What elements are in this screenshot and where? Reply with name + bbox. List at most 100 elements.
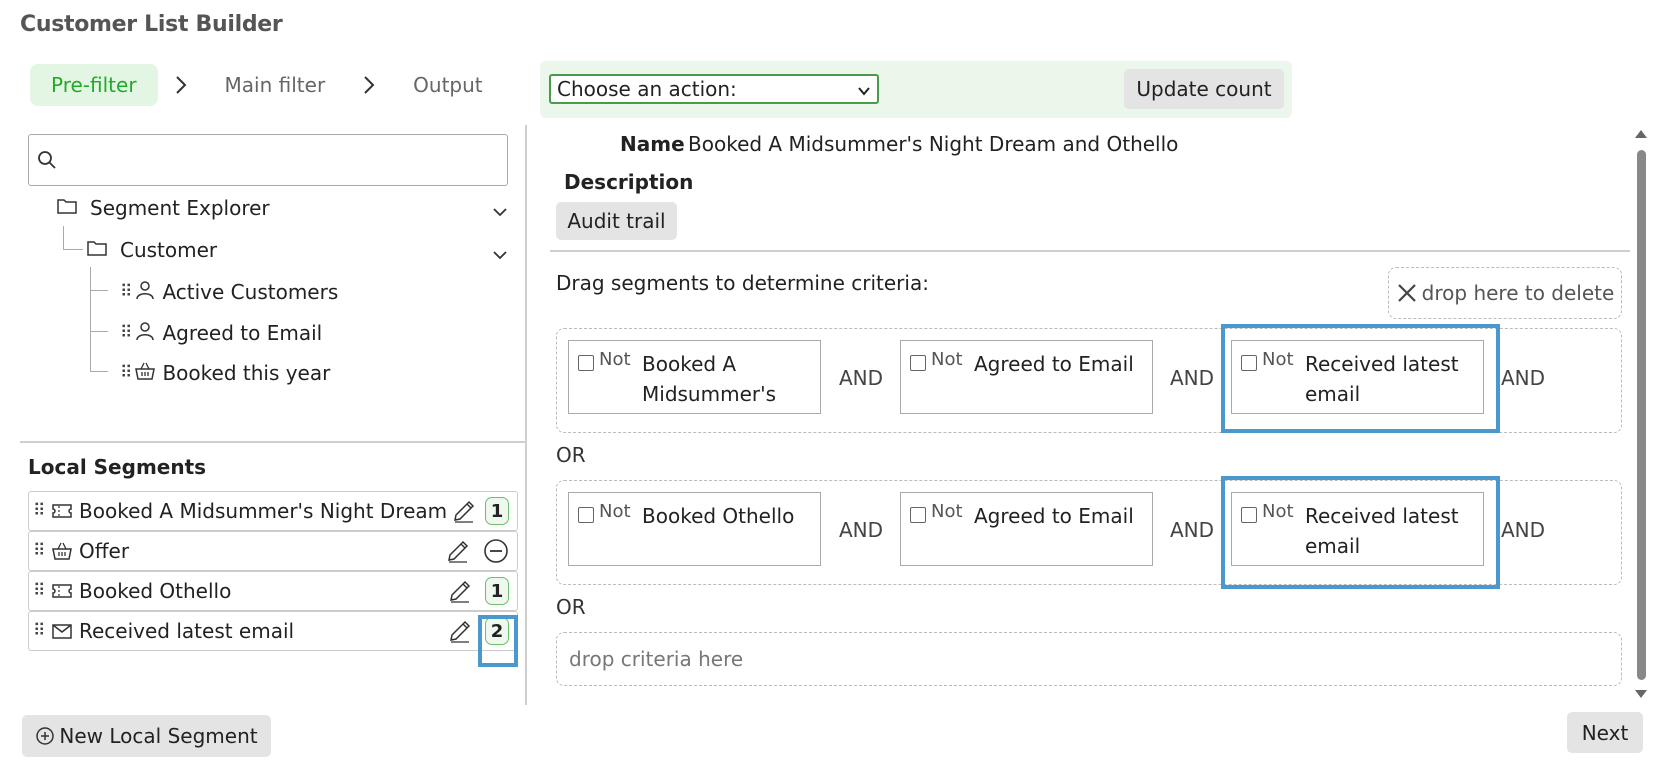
next-button[interactable]: Next xyxy=(1567,712,1643,753)
criteria-box[interactable]: Not Agreed to Email xyxy=(900,492,1153,566)
envelope-icon xyxy=(52,624,72,639)
criteria-box[interactable]: Not Agreed to Email xyxy=(900,340,1153,414)
criteria-label: Agreed to Email xyxy=(974,352,1134,376)
scroll-up-arrow-icon[interactable] xyxy=(1635,130,1647,138)
highlight-box xyxy=(1221,476,1500,589)
highlight-box xyxy=(1221,324,1500,433)
name-label: Name xyxy=(620,132,685,156)
drag-handle-icon[interactable]: ⠿ xyxy=(120,363,133,383)
update-count-button[interactable]: Update count xyxy=(1124,69,1284,109)
and-label: AND xyxy=(1170,518,1215,542)
or-label: OR xyxy=(556,595,586,619)
and-label: AND xyxy=(1501,518,1546,542)
pencil-icon[interactable] xyxy=(451,498,477,524)
criteria-box[interactable]: Not Booked A Midsummer's xyxy=(568,340,821,414)
tree-item[interactable]: ⠿ Agreed to Email xyxy=(120,318,322,348)
tree-segment-explorer[interactable]: Segment Explorer xyxy=(56,193,270,223)
drag-handle-icon[interactable]: ⠿ xyxy=(120,282,133,302)
ticket-icon xyxy=(52,584,72,598)
panel-divider xyxy=(525,125,527,705)
scrollbar[interactable] xyxy=(1635,130,1647,700)
step-output[interactable]: Output xyxy=(392,64,503,106)
not-label: Not xyxy=(931,349,963,370)
step-pre-filter[interactable]: Pre-filter xyxy=(30,64,158,106)
not-checkbox[interactable] xyxy=(578,507,594,523)
chevron-down-icon xyxy=(857,77,871,101)
criteria-label: Booked A Midsummer's xyxy=(642,352,777,406)
step-main-filter[interactable]: Main filter xyxy=(204,64,347,106)
basket-icon xyxy=(52,542,72,560)
folder-icon xyxy=(56,196,78,221)
pencil-icon[interactable] xyxy=(447,618,473,644)
not-label: Not xyxy=(599,349,631,370)
divider xyxy=(20,441,526,443)
delete-zone-label: drop here to delete xyxy=(1421,281,1615,305)
person-icon xyxy=(134,321,156,346)
action-select-value: Choose an action: xyxy=(557,77,737,101)
close-icon xyxy=(1397,284,1416,302)
drag-hint: Drag segments to determine criteria: xyxy=(556,271,929,295)
scroll-down-arrow-icon[interactable] xyxy=(1635,690,1647,698)
local-segments-title: Local Segments xyxy=(28,455,207,479)
divider xyxy=(550,250,1630,252)
pencil-icon[interactable] xyxy=(445,538,471,564)
not-label: Not xyxy=(931,501,963,522)
not-label: Not xyxy=(599,501,631,522)
tree-customer-label: Customer xyxy=(120,238,218,262)
drop-criteria-zone[interactable]: drop criteria here xyxy=(556,632,1622,686)
scroll-thumb[interactable] xyxy=(1637,150,1646,680)
criteria-box[interactable]: Not Booked Othello xyxy=(568,492,821,566)
tree-item-label: Booked this year xyxy=(162,361,331,385)
chevron-right-icon xyxy=(174,75,188,95)
tree-customer[interactable]: Customer xyxy=(86,235,217,265)
and-label: AND xyxy=(839,366,884,390)
basket-icon xyxy=(134,361,156,386)
local-segment-item[interactable]: ⠿ Received latest email 2 xyxy=(28,611,518,651)
delete-drop-zone[interactable]: drop here to delete xyxy=(1388,267,1622,319)
name-value: Booked A Midsummer's Night Dream and Oth… xyxy=(688,132,1179,156)
not-checkbox[interactable] xyxy=(910,355,926,371)
criteria-label: Agreed to Email xyxy=(974,504,1134,528)
left-panel: Segment Explorer Customer ⠿ Active Custo… xyxy=(20,125,526,705)
drag-handle-icon[interactable]: ⠿ xyxy=(33,541,47,561)
chevron-down-icon[interactable] xyxy=(492,250,508,260)
criteria-label: Booked Othello xyxy=(642,504,795,528)
drag-handle-icon[interactable]: ⠿ xyxy=(33,501,47,521)
action-select[interactable]: Choose an action: xyxy=(549,74,879,104)
ticket-icon xyxy=(52,504,72,518)
add-circle-icon xyxy=(36,727,55,745)
new-local-segment-button[interactable]: New Local Segment xyxy=(22,715,271,757)
search-input[interactable] xyxy=(28,134,508,186)
chevron-down-icon[interactable] xyxy=(492,207,508,217)
audit-trail-button[interactable]: Audit trail xyxy=(556,202,677,240)
local-segment-item[interactable]: ⠿ Booked A Midsummer's Night Dream 1 xyxy=(28,491,518,531)
usage-count-badge[interactable]: 1 xyxy=(485,497,509,525)
tree-item[interactable]: ⠿ Booked this year xyxy=(120,358,330,388)
local-segment-label: Offer xyxy=(79,539,130,563)
remove-circle-icon[interactable] xyxy=(483,538,509,564)
description-label: Description xyxy=(564,170,694,194)
tree-item[interactable]: ⠿ Active Customers xyxy=(120,277,338,307)
app-title: Customer List Builder xyxy=(20,12,283,37)
pencil-icon[interactable] xyxy=(447,578,473,604)
drag-handle-icon[interactable]: ⠿ xyxy=(120,323,133,343)
person-icon xyxy=(134,280,156,305)
step-nav: Pre-filter Main filter Output xyxy=(30,64,504,106)
not-checkbox[interactable] xyxy=(578,355,594,371)
highlight-box xyxy=(478,615,518,667)
not-checkbox[interactable] xyxy=(910,507,926,523)
usage-count-badge[interactable]: 1 xyxy=(485,577,509,605)
action-bar: Choose an action: Update count xyxy=(540,61,1292,118)
local-segment-label: Booked Othello xyxy=(79,579,232,603)
local-segment-label: Received latest email xyxy=(79,619,295,643)
chevron-right-icon xyxy=(362,75,376,95)
tree-item-label: Agreed to Email xyxy=(162,321,323,345)
tree-item-label: Active Customers xyxy=(162,280,339,304)
new-local-segment-label: New Local Segment xyxy=(59,724,258,748)
local-segment-item[interactable]: ⠿ Offer xyxy=(28,531,518,571)
or-label: OR xyxy=(556,443,586,467)
folder-icon xyxy=(86,238,108,263)
local-segment-item[interactable]: ⠿ Booked Othello 1 xyxy=(28,571,518,611)
drag-handle-icon[interactable]: ⠿ xyxy=(33,621,47,641)
drag-handle-icon[interactable]: ⠿ xyxy=(33,581,47,601)
